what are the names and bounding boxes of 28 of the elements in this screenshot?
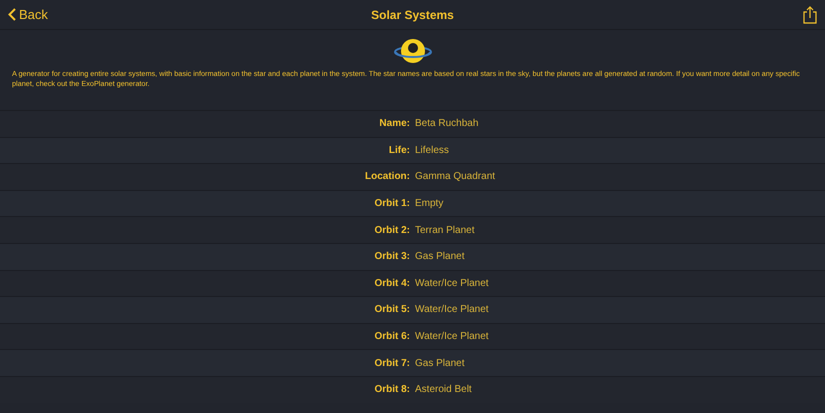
row-label: Name: <box>379 118 410 130</box>
row-label: Orbit 5: <box>374 304 410 316</box>
chevron-left-icon <box>8 8 16 21</box>
row-value: Water/Ice Planet <box>415 331 489 342</box>
row-label: Life: <box>388 144 410 156</box>
row-label: Orbit 4: <box>374 278 410 289</box>
row-value: Gas Planet <box>415 251 464 262</box>
row-label: Orbit 3: <box>374 251 410 262</box>
row-label: Orbit 2: <box>374 224 410 236</box>
row-value: Water/Ice Planet <box>415 278 489 289</box>
row-value: Asteroid Belt <box>415 384 472 396</box>
share-icon <box>803 6 817 24</box>
row-value: Gas Planet <box>415 358 464 369</box>
back-button[interactable]: Back <box>8 7 48 22</box>
row-label: Orbit 6: <box>374 331 410 342</box>
row-value: Water/Ice Planet <box>415 304 489 316</box>
row-label: Orbit 8: <box>374 384 410 396</box>
share-button[interactable] <box>803 6 817 24</box>
row-label: Orbit 1: <box>374 198 410 210</box>
row-label: Orbit 7: <box>374 358 410 369</box>
screen-title: Solar Systems <box>371 8 454 22</box>
row-value: Empty <box>415 198 444 210</box>
row-value: Gamma Quadrant <box>415 171 496 182</box>
row-value: Terran Planet <box>415 224 474 236</box>
row-value: Lifeless <box>415 144 449 156</box>
planet-logo-icon <box>392 37 432 65</box>
row-label: Location: <box>365 171 410 182</box>
row-value: Beta Ruchbah <box>415 118 478 130</box>
